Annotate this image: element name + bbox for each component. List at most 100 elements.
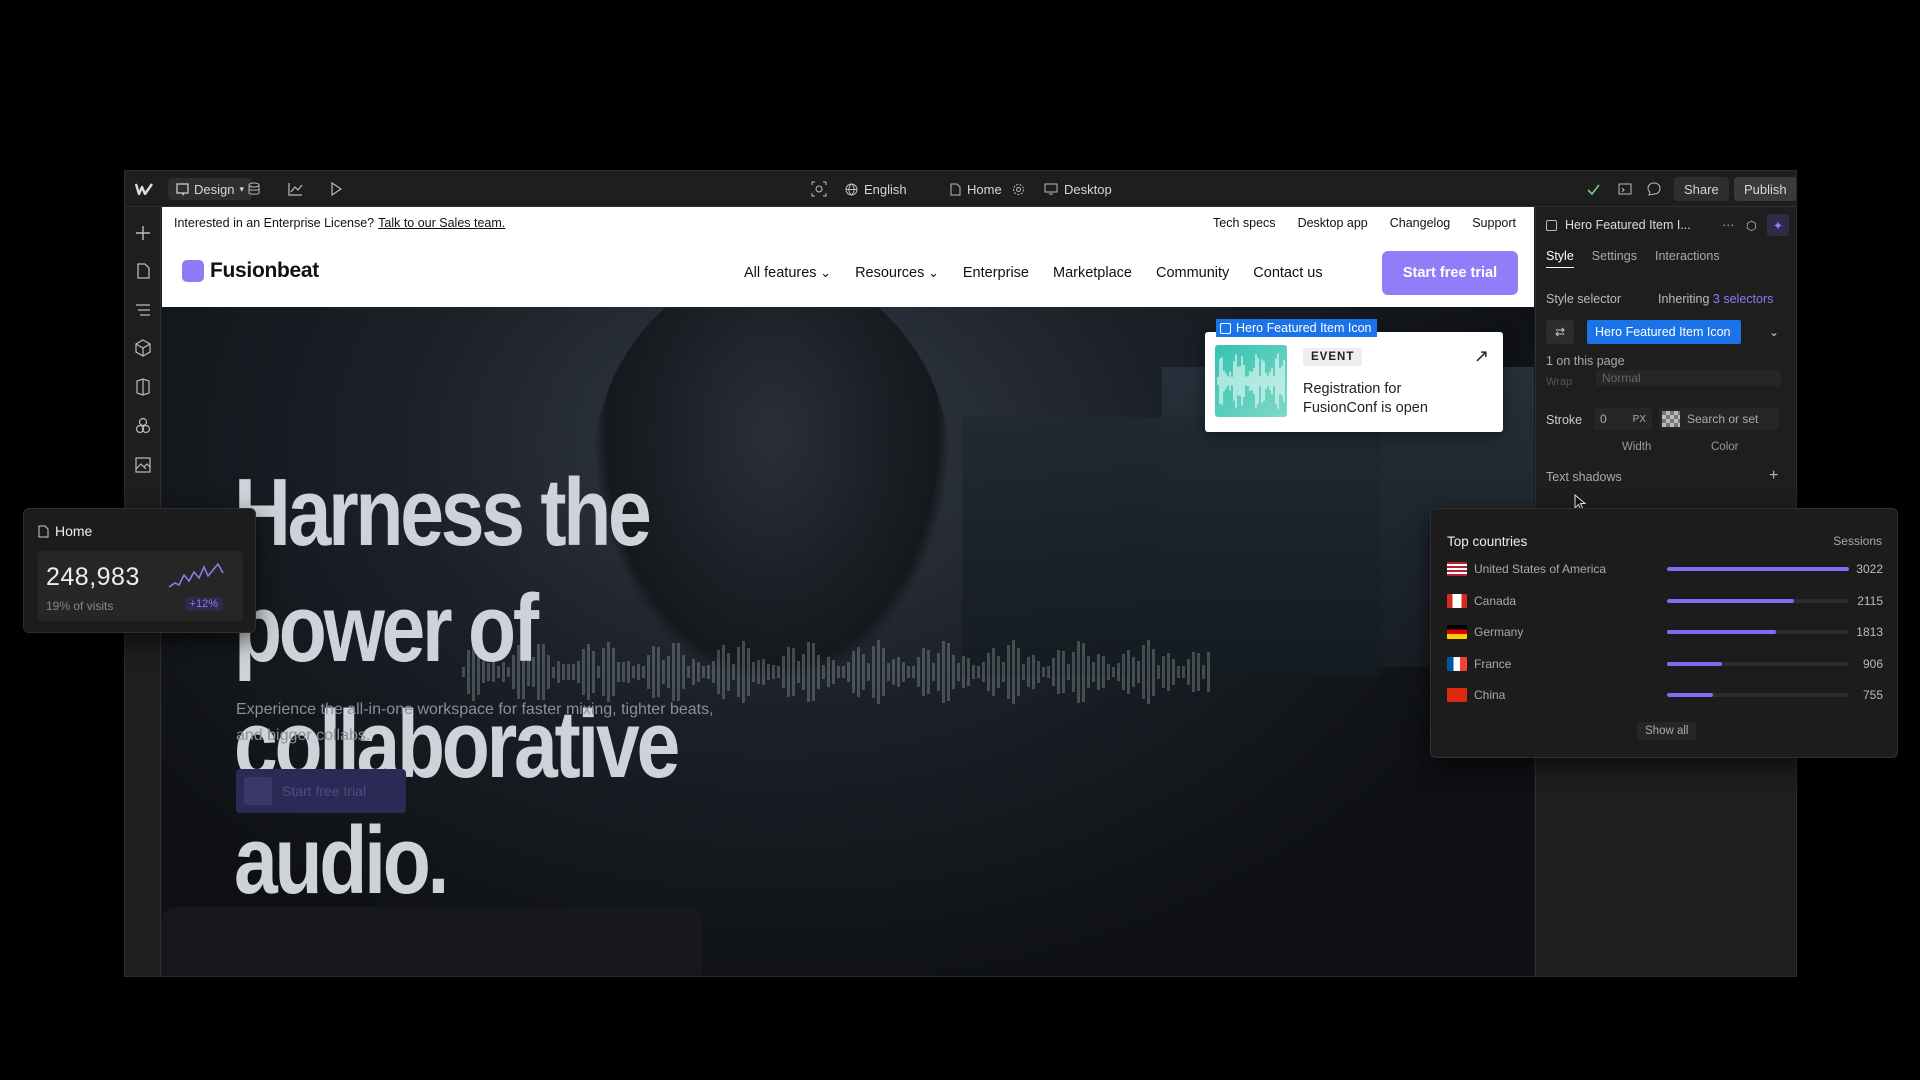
analytics-icon[interactable]: [288, 171, 303, 207]
tab-interactions[interactable]: Interactions: [1655, 249, 1720, 268]
desktop-icon: [1044, 183, 1058, 195]
stroke-width-input[interactable]: 0 PX: [1594, 408, 1652, 430]
share-button[interactable]: Share: [1674, 177, 1729, 201]
country-row: Canada 2115: [1447, 591, 1883, 611]
hero-bottom-card: [162, 907, 702, 976]
desktop-app-link[interactable]: Desktop app: [1298, 216, 1368, 230]
nav-resources[interactable]: Resources: [855, 265, 939, 281]
top-countries-title: Top countries: [1447, 534, 1528, 549]
locale-label: English: [864, 181, 907, 197]
announcement-bar: Interested in an Enterprise License? Tal…: [162, 207, 1534, 239]
breakpoint-label: Desktop: [1064, 181, 1112, 197]
nav-contact-us[interactable]: Contact us: [1253, 265, 1322, 281]
country-bar-track: [1667, 693, 1849, 697]
germany-flag-icon: [1447, 625, 1467, 639]
selector-chip[interactable]: Hero Featured Item Icon: [1587, 320, 1741, 344]
utility-links: Tech specs Desktop app Changelog Support: [1213, 207, 1516, 239]
comments-icon[interactable]: [1647, 171, 1661, 207]
panel-tabs: Style Settings Interactions: [1546, 249, 1720, 268]
locale-selector[interactable]: English: [845, 171, 907, 207]
site-navbar: Fusionbeat All features Resources Enterp…: [162, 239, 1534, 307]
on-page-count: 1 on this page: [1546, 354, 1625, 368]
start-free-trial-button[interactable]: Start free trial: [1382, 251, 1518, 295]
visits-share: 19% of visits: [46, 599, 114, 613]
hero-subtitle: Experience the all-in-one workspace for …: [236, 701, 714, 744]
brand-logo[interactable]: Fusionbeat: [182, 259, 319, 283]
waveform-icon: [244, 777, 272, 805]
publish-button[interactable]: Publish: [1734, 177, 1796, 201]
checkmark-icon: [1587, 171, 1600, 207]
assets-icon[interactable]: [134, 456, 152, 474]
sessions-header: Sessions: [1833, 534, 1882, 548]
element-box-icon: [1546, 219, 1557, 231]
design-canvas[interactable]: Interested in an Enterprise License? Tal…: [162, 207, 1534, 976]
webflow-logo-icon[interactable]: [135, 171, 153, 207]
component-icon[interactable]: ⬡: [1746, 218, 1757, 233]
style-selector-label: Style selector: [1546, 292, 1622, 306]
stroke-color-placeholder: Search or set: [1687, 412, 1759, 426]
selector-state-icon[interactable]: ⇄: [1546, 320, 1574, 344]
chevron-down-icon: ▾: [239, 183, 244, 194]
country-bar-track: [1667, 630, 1849, 634]
country-name: Germany: [1474, 625, 1524, 639]
design-mode-icon: [176, 182, 189, 195]
country-name: United States of America: [1474, 562, 1607, 576]
china-flag-icon: [1447, 688, 1467, 702]
support-link[interactable]: Support: [1472, 216, 1516, 230]
page-selector[interactable]: Home: [950, 171, 1002, 207]
ai-assistant-icon[interactable]: ✦: [1767, 214, 1789, 236]
add-text-shadow-icon[interactable]: +: [1769, 467, 1778, 485]
variables-icon[interactable]: [134, 378, 152, 396]
add-element-icon[interactable]: [134, 224, 152, 242]
styles-icon[interactable]: [134, 417, 152, 435]
panel-header: Hero Featured Item I... ··· ⬡ ✦: [1536, 207, 1796, 243]
country-bar-track: [1667, 661, 1849, 666]
tab-settings[interactable]: Settings: [1592, 249, 1637, 268]
sales-team-link[interactable]: Talk to our Sales team.: [378, 216, 505, 230]
country-sessions: 906: [1862, 656, 1883, 671]
breakpoint-selector[interactable]: Desktop: [1044, 171, 1112, 207]
navigator-icon[interactable]: [134, 301, 152, 319]
tab-style[interactable]: Style: [1546, 249, 1574, 268]
design-mode-button[interactable]: Design ▾: [168, 178, 252, 200]
export-code-icon[interactable]: [1618, 171, 1632, 207]
nav-marketplace[interactable]: Marketplace: [1053, 265, 1132, 281]
cms-icon[interactable]: [247, 171, 261, 207]
page-settings-gear-icon[interactable]: [1012, 171, 1025, 207]
nav-all-features[interactable]: All features: [744, 265, 831, 281]
chevron-down-icon[interactable]: ⌄: [1760, 320, 1788, 344]
nav-community[interactable]: Community: [1156, 265, 1229, 281]
changelog-link[interactable]: Changelog: [1390, 216, 1450, 230]
hero-featured-item[interactable]: EVENT Registration for FusionConf is ope…: [1205, 332, 1503, 432]
width-caption: Width: [1622, 441, 1652, 453]
design-mode-label: Design: [194, 181, 235, 197]
country-bar-track: [1667, 598, 1849, 603]
country-name: France: [1474, 656, 1512, 671]
country-bar-fill: [1667, 567, 1849, 571]
selected-element-label[interactable]: Hero Featured Item Icon: [1216, 319, 1378, 337]
pages-icon[interactable]: [134, 262, 152, 280]
tech-specs-link[interactable]: Tech specs: [1213, 216, 1276, 230]
sparkline: [168, 562, 224, 588]
country-bar-fill: [1667, 598, 1795, 603]
arrow-up-right-icon: ↗: [1473, 346, 1489, 366]
stroke-unit: PX: [1632, 413, 1646, 425]
wrap-select[interactable]: Normal: [1596, 370, 1781, 386]
brand-name: Fusionbeat: [210, 259, 320, 282]
more-options-icon[interactable]: ···: [1722, 218, 1735, 232]
show-all-button[interactable]: Show all: [1637, 722, 1697, 740]
nav-enterprise[interactable]: Enterprise: [963, 265, 1029, 281]
home-visits-card[interactable]: Home 248,983 19% of visits +12%: [23, 508, 256, 633]
hero-start-trial-button[interactable]: Start free trial: [236, 769, 406, 813]
stroke-color-input[interactable]: Search or set: [1659, 408, 1779, 430]
page-label: Home: [967, 181, 1002, 197]
navigator-target-icon[interactable]: [811, 171, 827, 207]
country-bar-fill: [1667, 630, 1777, 634]
preview-play-icon[interactable]: [330, 171, 342, 207]
hero-featured-item-icon[interactable]: [1215, 345, 1287, 417]
main-nav: All features Resources Enterprise Market…: [744, 239, 1323, 307]
growth-badge: +12%: [184, 597, 223, 611]
wrap-label: Wrap: [1546, 376, 1573, 388]
inheriting-info[interactable]: Inheriting 3 selectors: [1658, 292, 1773, 306]
components-icon[interactable]: [134, 339, 152, 357]
